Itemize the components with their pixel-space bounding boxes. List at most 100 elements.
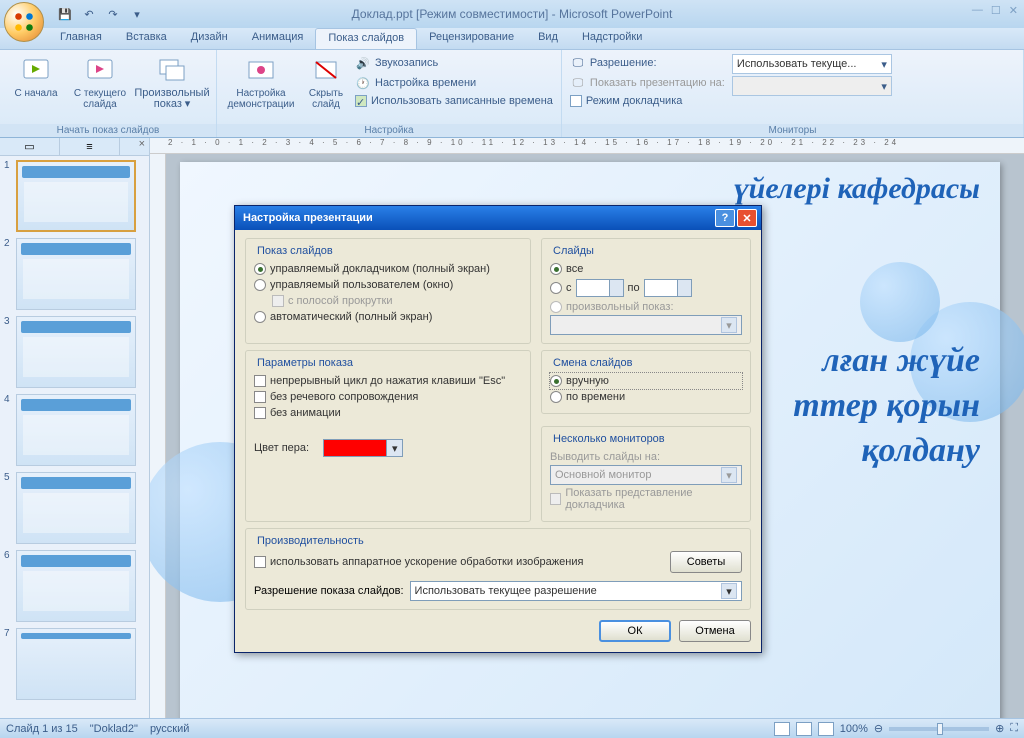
slides-tab[interactable]: ▭ [0, 138, 60, 155]
to-input[interactable] [644, 279, 692, 297]
slideshow-view-button[interactable] [818, 722, 834, 736]
dialog-titlebar[interactable]: Настройка презентации ? ✕ [235, 206, 761, 230]
radio-slide-range[interactable]: с по [550, 277, 742, 299]
tab-design[interactable]: Дизайн [179, 28, 240, 49]
presenter-view-checkbox[interactable]: Режим докладчика [568, 94, 728, 108]
use-timings-checkbox[interactable]: ✓Использовать записанные времена [353, 94, 555, 108]
vertical-ruler [150, 154, 166, 718]
slide-thumbnail-1[interactable]: 1 [4, 160, 145, 232]
check-presenter-view: Показать представление докладчика [550, 485, 742, 513]
radio-icon [550, 391, 562, 403]
sorter-view-button[interactable] [796, 722, 812, 736]
ribbon-group-start: С начала С текущего слайда Произвольный … [0, 50, 217, 137]
slides-panel: ▭ ≡ × 1 2 3 4 5 6 7 [0, 138, 150, 718]
tab-insert[interactable]: Вставка [114, 28, 179, 49]
ok-button[interactable]: ОК [599, 620, 671, 642]
audio-icon: 🔊 [355, 55, 371, 71]
zoom-in-button[interactable]: ⊕ [995, 722, 1004, 735]
setup-show-dialog: Настройка презентации ? ✕ Показ слайдов … [234, 205, 762, 653]
tab-review[interactable]: Рецензирование [417, 28, 526, 49]
chevron-down-icon: ▾ [881, 58, 887, 71]
slide-thumbnail-6[interactable]: 6 [4, 550, 145, 622]
slide-thumbnail-7[interactable]: 7 [4, 628, 145, 700]
rehearse-timing-button[interactable]: 🕐Настройка времени [353, 74, 555, 92]
redo-button[interactable]: ↷ [104, 5, 122, 23]
checkbox-icon: ✓ [355, 95, 367, 107]
custom-show-icon [156, 54, 188, 86]
resolution-combo[interactable]: Использовать текуще...▾ [732, 54, 892, 74]
slide-thumbnail-5[interactable]: 5 [4, 472, 145, 544]
tab-animation[interactable]: Анимация [240, 28, 316, 49]
panel-close-icon[interactable]: × [135, 138, 149, 155]
dialog-close-button[interactable]: ✕ [737, 209, 757, 227]
pen-color-row: Цвет пера: ▾ [254, 437, 522, 459]
maximize-button[interactable]: ☐ [991, 4, 1001, 17]
tab-addins[interactable]: Надстройки [570, 28, 654, 49]
from-input[interactable] [576, 279, 624, 297]
tips-button[interactable]: Советы [670, 551, 742, 573]
help-button[interactable]: ? [715, 209, 735, 227]
undo-button[interactable]: ↶ [80, 5, 98, 23]
language[interactable]: русский [150, 723, 189, 735]
setup-icon [245, 54, 277, 86]
pen-color-picker[interactable]: ▾ [323, 439, 403, 457]
record-audio-button[interactable]: 🔊Звукозапись [353, 54, 555, 72]
radio-custom-show: произвольный показ: [550, 299, 742, 315]
group-label: Настройка [217, 124, 561, 137]
slide-thumbnail-2[interactable]: 2 [4, 238, 145, 310]
radio-icon [550, 282, 562, 294]
radio-all-slides[interactable]: все [550, 261, 742, 277]
setup-show-button[interactable]: Настройка демонстрации [223, 52, 299, 110]
status-bar: Слайд 1 из 15 "Doklad2" русский 100% ⊖ ⊕… [0, 718, 1024, 738]
monitor-icon: 🖵 [570, 55, 586, 71]
tab-slideshow[interactable]: Показ слайдов [315, 28, 417, 49]
slide-thumbnail-4[interactable]: 4 [4, 394, 145, 466]
check-loop[interactable]: непрерывный цикл до нажатия клавиши "Esc… [254, 373, 522, 389]
normal-view-button[interactable] [774, 722, 790, 736]
zoom-slider[interactable] [889, 727, 989, 731]
zoom-out-button[interactable]: ⊖ [874, 722, 883, 735]
from-beginning-button[interactable]: С начала [6, 52, 66, 99]
check-hw-accel[interactable]: использовать аппаратное ускорение обрабо… [254, 554, 670, 570]
display-on-label: Выводить слайды на: [550, 449, 742, 465]
quick-access-toolbar: 💾 ↶ ↷ ▾ [56, 5, 146, 23]
tab-home[interactable]: Главная [48, 28, 114, 49]
radio-icon [254, 311, 266, 323]
close-button[interactable]: ✕ [1009, 4, 1018, 17]
theme-name: "Doklad2" [90, 723, 138, 735]
slideshow-resolution-label: Разрешение показа слайдов: [254, 585, 404, 597]
qat-customize-icon[interactable]: ▾ [128, 5, 146, 23]
title-bar: 💾 ↶ ↷ ▾ Доклад.ppt [Режим совместимости]… [0, 0, 1024, 28]
zoom-level[interactable]: 100% [840, 723, 868, 735]
window-controls: — ☐ ✕ [972, 4, 1018, 17]
slide-text: үйелері кафедрасы [734, 172, 980, 206]
ribbon-group-monitors: 🖵Разрешение: 🖵Показать презентацию на: Р… [562, 50, 1024, 137]
checkbox-icon [570, 95, 582, 107]
custom-show-button[interactable]: Произвольный показ ▾ [134, 52, 210, 110]
show-on-combo: ▾ [732, 76, 892, 96]
radio-manual[interactable]: вручную [550, 373, 742, 389]
outline-tab[interactable]: ≡ [60, 138, 120, 155]
ribbon-tabs: Главная Вставка Дизайн Анимация Показ сл… [0, 28, 1024, 50]
slideshow-resolution-combo[interactable]: Использовать текущее разрешение▾ [410, 581, 742, 601]
radio-icon [550, 375, 562, 387]
radio-browsed[interactable]: управляемый пользователем (окно) [254, 277, 522, 293]
cancel-button[interactable]: Отмена [679, 620, 751, 642]
from-current-button[interactable]: С текущего слайда [70, 52, 130, 110]
fit-to-window-button[interactable]: ⛶ [1010, 722, 1018, 735]
checkbox-icon [254, 375, 266, 387]
radio-timings[interactable]: по времени [550, 389, 742, 405]
hide-slide-button[interactable]: Скрыть слайд [303, 52, 349, 110]
radio-kiosk[interactable]: автоматический (полный экран) [254, 309, 522, 325]
office-button[interactable] [4, 2, 44, 42]
minimize-button[interactable]: — [972, 4, 983, 17]
radio-icon [550, 263, 562, 275]
save-button[interactable]: 💾 [56, 5, 74, 23]
radio-icon [254, 263, 266, 275]
radio-presenter[interactable]: управляемый докладчиком (полный экран) [254, 261, 522, 277]
tab-view[interactable]: Вид [526, 28, 570, 49]
check-no-narration[interactable]: без речевого сопровождения [254, 389, 522, 405]
ribbon-group-setup: Настройка демонстрации Скрыть слайд 🔊Зву… [217, 50, 562, 137]
slide-thumbnail-3[interactable]: 3 [4, 316, 145, 388]
check-no-animation[interactable]: без анимации [254, 405, 522, 421]
